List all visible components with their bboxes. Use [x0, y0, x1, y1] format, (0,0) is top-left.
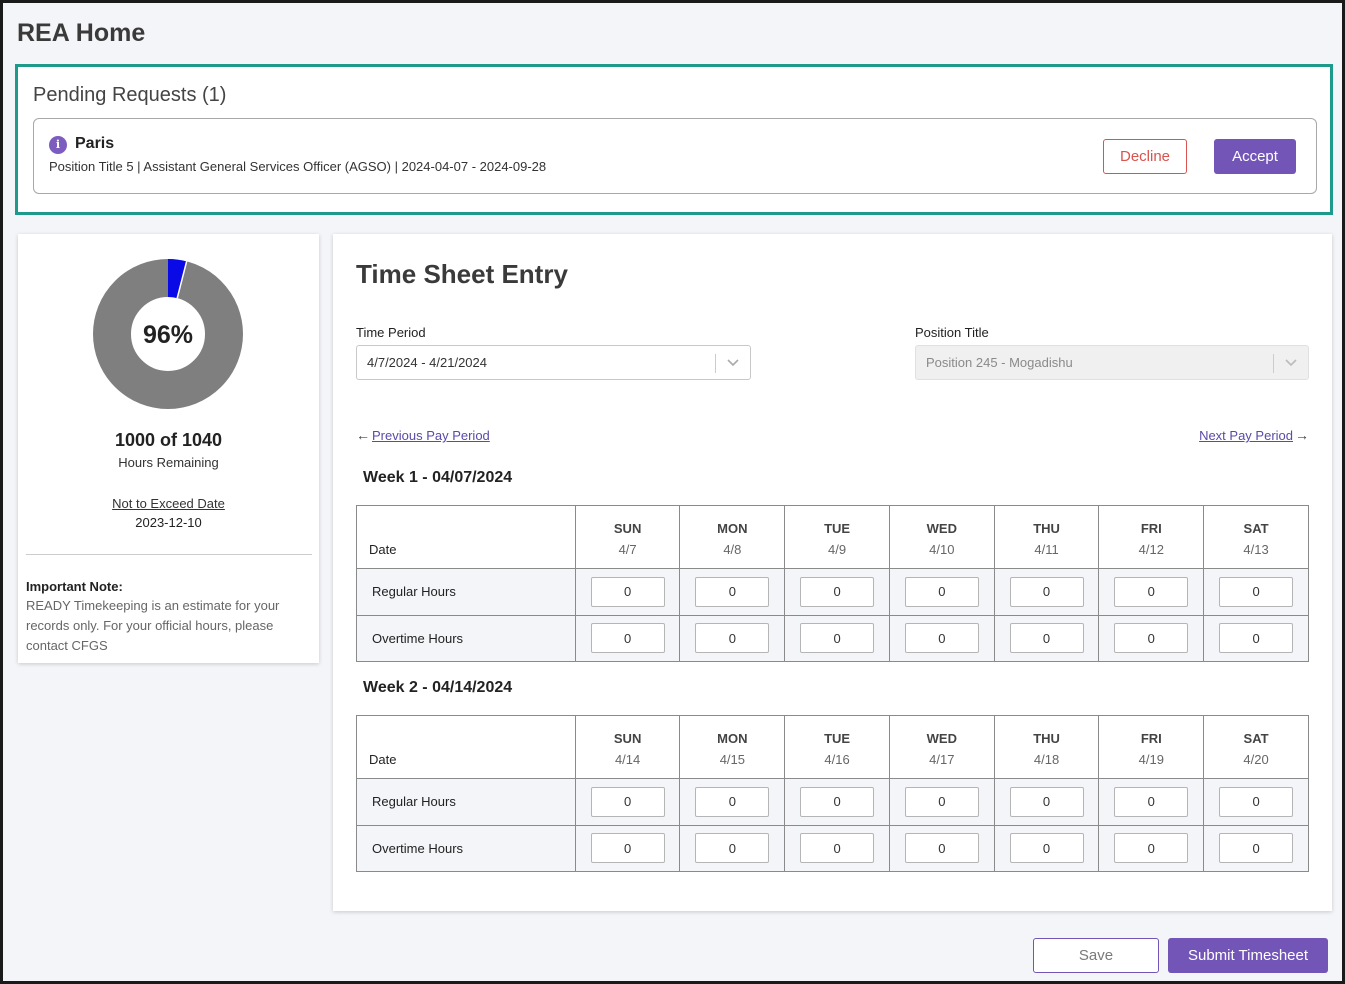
- overtime-hours-input[interactable]: [1219, 833, 1294, 864]
- pending-requests-title: Pending Requests (1): [33, 84, 227, 106]
- day-header: WED 4/17: [888, 715, 995, 779]
- request-card: i Paris Position Title 5 | Assistant Gen…: [33, 118, 1317, 194]
- pending-requests-panel: Pending Requests (1) i Paris Position Ti…: [15, 64, 1333, 215]
- day-header: FRI 4/12: [1098, 505, 1205, 569]
- day-header: TUE 4/16: [784, 715, 890, 779]
- week-1-title: Week 1 - 04/07/2024: [363, 469, 513, 486]
- regular-hours-input[interactable]: [1114, 786, 1189, 817]
- regular-hours-input[interactable]: [695, 576, 770, 607]
- info-icon: i: [49, 136, 67, 154]
- time-period-label: Time Period: [356, 325, 426, 340]
- select-separator: [1273, 354, 1274, 373]
- regular-hours-input[interactable]: [1009, 576, 1084, 607]
- day-header: THU 4/18: [993, 715, 1100, 779]
- hours-remaining-label: Hours Remaining: [118, 455, 219, 470]
- overtime-hours-input[interactable]: [590, 623, 665, 654]
- request-name: Paris: [75, 135, 115, 152]
- save-button[interactable]: Save: [1033, 938, 1159, 973]
- previous-pay-period-link[interactable]: Previous Pay Period: [372, 428, 490, 443]
- regular-hours-label: Regular Hours: [356, 778, 576, 826]
- regular-hours-row: Regular Hours: [356, 778, 1309, 826]
- request-details: Position Title 5 | Assistant General Ser…: [49, 159, 547, 174]
- arrow-left-icon: ←: [356, 427, 370, 443]
- donut-percent-label: 96%: [143, 321, 193, 349]
- time-period-select[interactable]: 4/7/2024 - 4/21/2024: [356, 345, 751, 380]
- timesheet-card: Time Sheet Entry Time Period 4/7/2024 - …: [333, 234, 1332, 911]
- regular-hours-input[interactable]: [904, 786, 979, 817]
- overtime-hours-input[interactable]: [695, 623, 770, 654]
- overtime-hours-input[interactable]: [904, 833, 979, 864]
- date-column-header: Date: [356, 715, 576, 779]
- day-header: FRI 4/19: [1098, 715, 1205, 779]
- submit-timesheet-button[interactable]: Submit Timesheet: [1168, 938, 1328, 973]
- hours-summary-card: 96% 1000 of 1040 Hours Remaining Not to …: [18, 234, 319, 663]
- regular-hours-label: Regular Hours: [356, 568, 576, 616]
- overtime-hours-input[interactable]: [1009, 623, 1084, 654]
- overtime-hours-row: Overtime Hours: [356, 614, 1309, 662]
- accept-button[interactable]: Accept: [1214, 139, 1296, 174]
- regular-hours-input[interactable]: [1114, 576, 1189, 607]
- regular-hours-input[interactable]: [904, 576, 979, 607]
- regular-hours-input[interactable]: [695, 786, 770, 817]
- chevron-down-icon: [727, 359, 739, 367]
- regular-hours-input[interactable]: [1219, 786, 1294, 817]
- overtime-hours-input[interactable]: [904, 623, 979, 654]
- day-header: SUN 4/7: [574, 505, 681, 569]
- hours-remaining-value: 1000 of 1040: [114, 430, 223, 450]
- hours-donut-chart: 96%: [93, 259, 243, 409]
- divider: [26, 554, 312, 555]
- decline-button[interactable]: Decline: [1103, 139, 1187, 174]
- overtime-hours-row: Overtime Hours: [356, 824, 1309, 872]
- not-to-exceed-label: Not to Exceed Date: [112, 496, 225, 511]
- week-2-table: Date SUN 4/14 MON 4/15 TUE 4/16 WED 4/17 THU…: [356, 715, 1309, 872]
- overtime-hours-label: Overtime Hours: [356, 614, 576, 662]
- important-note-body: READY Timekeeping is an estimate for you…: [26, 598, 280, 653]
- regular-hours-input[interactable]: [1009, 786, 1084, 817]
- day-header: TUE 4/9: [784, 505, 890, 569]
- overtime-hours-input[interactable]: [1114, 833, 1189, 864]
- chevron-down-icon: [1285, 359, 1297, 367]
- week-1-table: Date SUN 4/7 MON 4/8 TUE 4/9 WED 4/10 THU 4/1…: [356, 505, 1309, 662]
- position-title-select: Position 245 - Mogadishu: [915, 345, 1309, 380]
- important-note-title: Important Note:: [26, 579, 123, 594]
- regular-hours-input[interactable]: [590, 786, 665, 817]
- day-header: SAT 4/20: [1203, 715, 1309, 779]
- overtime-hours-input[interactable]: [1009, 833, 1084, 864]
- overtime-hours-input[interactable]: [800, 623, 875, 654]
- date-column-header: Date: [356, 505, 576, 569]
- regular-hours-input[interactable]: [1219, 576, 1294, 607]
- regular-hours-input[interactable]: [800, 786, 875, 817]
- day-header: SUN 4/14: [574, 715, 681, 779]
- regular-hours-input[interactable]: [590, 576, 665, 607]
- regular-hours-input[interactable]: [800, 576, 875, 607]
- overtime-hours-input[interactable]: [800, 833, 875, 864]
- regular-hours-row: Regular Hours: [356, 568, 1309, 616]
- overtime-hours-input[interactable]: [1114, 623, 1189, 654]
- day-header: MON 4/8: [679, 505, 786, 569]
- select-separator: [715, 354, 716, 373]
- time-period-value: 4/7/2024 - 4/21/2024: [367, 355, 487, 370]
- arrow-right-icon: →: [1295, 427, 1309, 443]
- overtime-hours-label: Overtime Hours: [356, 824, 576, 872]
- day-header: SAT 4/13: [1203, 505, 1309, 569]
- overtime-hours-input[interactable]: [1219, 623, 1294, 654]
- page-title: REA Home: [17, 19, 146, 47]
- overtime-hours-input[interactable]: [590, 833, 665, 864]
- day-header: MON 4/15: [679, 715, 786, 779]
- next-pay-period-link[interactable]: Next Pay Period: [1199, 428, 1293, 443]
- not-to-exceed-date: 2023-12-10: [135, 515, 202, 530]
- position-title-value: Position 245 - Mogadishu: [926, 355, 1073, 370]
- day-header: THU 4/11: [993, 505, 1100, 569]
- timesheet-title: Time Sheet Entry: [356, 259, 568, 289]
- overtime-hours-input[interactable]: [695, 833, 770, 864]
- position-title-label: Position Title: [915, 325, 989, 340]
- week-2-title: Week 2 - 04/14/2024: [363, 679, 513, 696]
- day-header: WED 4/10: [888, 505, 995, 569]
